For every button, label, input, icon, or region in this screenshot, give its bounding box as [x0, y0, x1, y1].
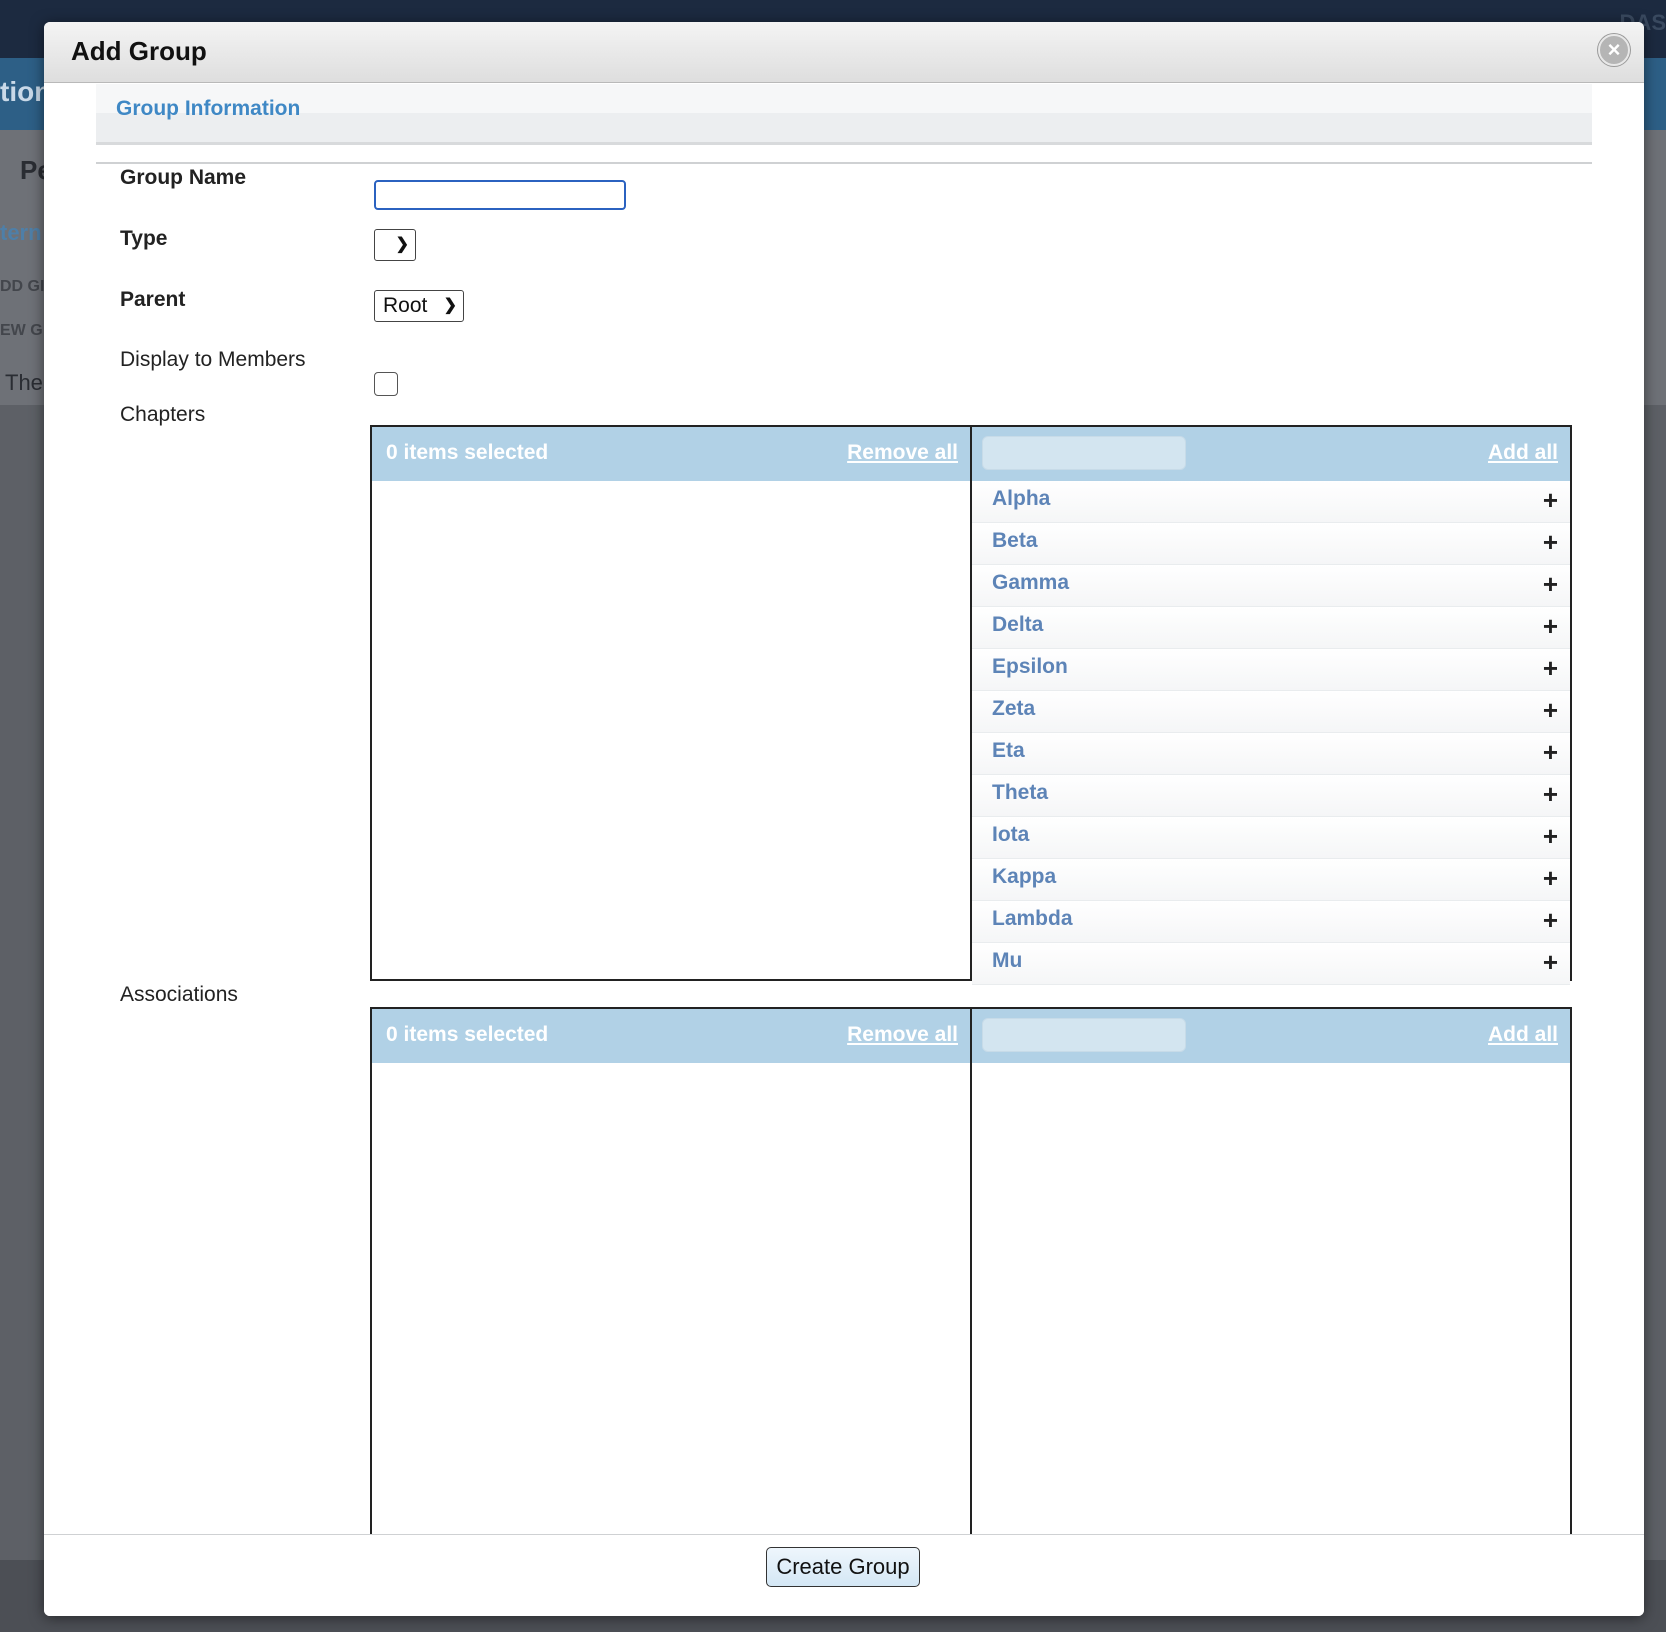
list-item[interactable]: Mu +: [972, 943, 1570, 985]
list-item[interactable]: Lambda +: [972, 901, 1570, 943]
list-item[interactable]: Delta +: [972, 607, 1570, 649]
plus-icon[interactable]: +: [1543, 529, 1558, 555]
chapters-multiselect: 0 items selected Remove all Add all Alph…: [370, 425, 1572, 985]
plus-icon[interactable]: +: [1543, 739, 1558, 765]
type-select[interactable]: ❯: [374, 229, 416, 261]
plus-icon[interactable]: +: [1543, 907, 1558, 933]
list-item-label: Eta: [992, 739, 1025, 762]
group-name-label: Group Name: [120, 166, 247, 189]
background-button-2: EW G: [0, 322, 43, 339]
plus-icon[interactable]: +: [1543, 823, 1558, 849]
chapters-search-input[interactable]: [982, 436, 1186, 470]
plus-icon[interactable]: +: [1543, 613, 1558, 639]
list-item[interactable]: Alpha +: [972, 481, 1570, 523]
chapters-selected-panel: 0 items selected Remove all: [372, 427, 972, 979]
list-item-label: Kappa: [992, 865, 1057, 888]
plus-icon[interactable]: +: [1543, 655, 1558, 681]
type-label: Type: [120, 227, 168, 250]
list-item-label: Zeta: [992, 697, 1036, 720]
list-item[interactable]: Zeta +: [972, 691, 1570, 733]
associations-selected-header: 0 items selected Remove all: [372, 1009, 970, 1063]
associations-selected-count: 0 items selected: [386, 1023, 549, 1046]
associations-add-all-link[interactable]: Add all: [1488, 1023, 1558, 1047]
associations-selected-panel: 0 items selected Remove all: [372, 1009, 972, 1545]
list-item-label: Theta: [992, 781, 1049, 804]
plus-icon[interactable]: +: [1543, 865, 1558, 891]
chapters-selected-count: 0 items selected: [386, 441, 549, 464]
list-item-label: Iota: [992, 823, 1030, 846]
associations-available-panel: Add all: [972, 1009, 1570, 1545]
list-item-label: Gamma: [992, 571, 1070, 594]
parent-label: Parent: [120, 288, 186, 311]
chapters-available-header: Add all: [972, 427, 1570, 481]
plus-icon[interactable]: +: [1543, 487, 1558, 513]
background-button-1: DD GI: [0, 278, 45, 295]
associations-remove-all-link[interactable]: Remove all: [847, 1023, 958, 1047]
list-item-label: Delta: [992, 613, 1044, 636]
list-item[interactable]: Theta +: [972, 775, 1570, 817]
plus-icon[interactable]: +: [1543, 697, 1558, 723]
associations-available-header: Add all: [972, 1009, 1570, 1063]
dialog-footer: Create Group: [44, 1534, 1644, 1616]
associations-label: Associations: [120, 983, 238, 1006]
create-group-button[interactable]: Create Group: [766, 1547, 920, 1587]
associations-multiselect: 0 items selected Remove all Add all: [370, 1007, 1572, 1547]
close-icon[interactable]: ×: [1598, 34, 1630, 66]
plus-icon[interactable]: +: [1543, 571, 1558, 597]
chapters-selected-header: 0 items selected Remove all: [372, 427, 970, 481]
parent-select-value: Root: [383, 294, 428, 317]
list-item[interactable]: Epsilon +: [972, 649, 1570, 691]
list-item-label: Alpha: [992, 487, 1051, 510]
list-item[interactable]: Gamma +: [972, 565, 1570, 607]
list-item[interactable]: Eta +: [972, 733, 1570, 775]
list-item-label: Beta: [992, 529, 1038, 552]
chapters-remove-all-link[interactable]: Remove all: [847, 441, 958, 465]
add-group-dialog: Add Group × Group Information Group Name…: [44, 22, 1644, 1616]
chapters-label: Chapters: [120, 403, 206, 426]
display-to-members-label: Display to Members: [120, 348, 306, 371]
chevron-down-icon: ❯: [443, 297, 457, 314]
plus-icon[interactable]: +: [1543, 949, 1558, 975]
parent-select[interactable]: Root ❯: [374, 290, 464, 322]
list-item-label: Mu: [992, 949, 1023, 972]
list-item-label: Epsilon: [992, 655, 1068, 678]
list-item[interactable]: Iota +: [972, 817, 1570, 859]
chapters-available-list: Alpha + Beta + Gamma + Delta + Epsilon + Zeta…: [972, 481, 1570, 985]
background-subtab: tern: [0, 220, 42, 245]
group-name-input[interactable]: [374, 180, 626, 210]
list-item[interactable]: Kappa +: [972, 859, 1570, 901]
background-intro-text: The: [5, 370, 43, 395]
chevron-down-icon: ❯: [395, 236, 409, 253]
display-to-members-checkbox[interactable]: [374, 372, 398, 396]
list-item[interactable]: Beta +: [972, 523, 1570, 565]
chapters-add-all-link[interactable]: Add all: [1488, 441, 1558, 465]
section-title: Group Information: [116, 97, 301, 120]
section-divider: [96, 162, 1592, 164]
dialog-title: Add Group: [71, 36, 207, 66]
dialog-header: Add Group ×: [44, 22, 1644, 83]
chapters-available-panel: Add all Alpha + Beta + Gamma + Delta + Epsil…: [972, 427, 1570, 985]
list-item-label: Lambda: [992, 907, 1073, 930]
associations-search-input[interactable]: [982, 1018, 1186, 1052]
section-header: Group Information: [96, 84, 1592, 145]
plus-icon[interactable]: +: [1543, 781, 1558, 807]
